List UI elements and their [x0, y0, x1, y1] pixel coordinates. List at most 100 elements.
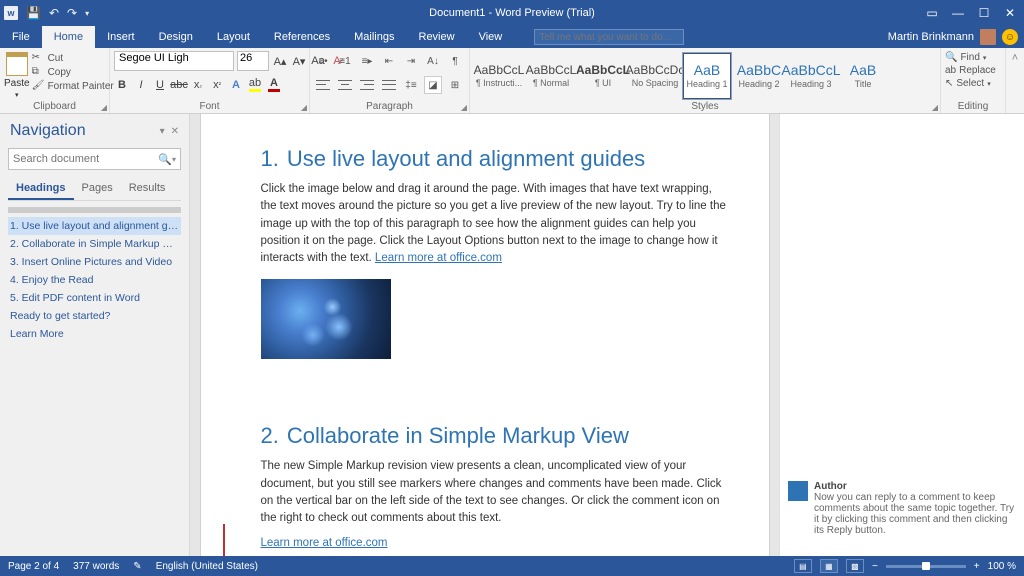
copy-button[interactable]: ⧉Copy	[32, 66, 114, 78]
minimize-icon[interactable]: —	[948, 6, 968, 20]
nav-heading-item[interactable]: 5. Edit PDF content in Word	[8, 289, 181, 307]
nav-heading-item[interactable]: 4. Enjoy the Read	[8, 271, 181, 289]
justify-button[interactable]	[380, 76, 398, 94]
close-icon[interactable]: ✕	[1000, 6, 1020, 20]
font-name-combo[interactable]: Segoe UI Ligh	[114, 51, 234, 71]
body-paragraph[interactable]: Click the image below and drag it around…	[261, 181, 729, 267]
bold-button[interactable]: B	[114, 76, 130, 94]
line-spacing-button[interactable]: ‡≡	[402, 76, 420, 94]
maximize-icon[interactable]: ☐	[974, 6, 994, 20]
select-button[interactable]: ↖Select▾	[945, 78, 991, 89]
web-layout-button[interactable]: ▩	[846, 559, 864, 573]
sort-button[interactable]: A↓	[424, 52, 442, 70]
tab-mailings[interactable]: Mailings	[342, 26, 406, 48]
align-center-button[interactable]	[336, 76, 354, 94]
borders-button[interactable]: ⊞	[446, 76, 464, 94]
italic-button[interactable]: I	[133, 76, 149, 94]
zoom-slider[interactable]	[886, 565, 966, 568]
zoom-out-button[interactable]: −	[872, 561, 878, 572]
nav-tab-headings[interactable]: Headings	[8, 178, 74, 200]
align-left-button[interactable]	[314, 76, 332, 94]
learn-more-link[interactable]: Learn more at office.com	[261, 537, 388, 549]
nav-search-input[interactable]	[13, 153, 158, 165]
document-viewport[interactable]: 1. Use live layout and alignment guides …	[190, 114, 1024, 556]
tab-layout[interactable]: Layout	[205, 26, 262, 48]
proofing-icon[interactable]: ✎	[133, 561, 141, 572]
search-icon[interactable]: 🔍	[158, 153, 172, 166]
revision-bar[interactable]	[223, 524, 225, 556]
dialog-launcher-icon[interactable]: ◢	[932, 103, 938, 112]
zoom-in-button[interactable]: +	[974, 561, 980, 572]
shading-button[interactable]: ◪	[424, 76, 442, 94]
nav-dropdown-icon[interactable]: ▾	[160, 126, 165, 137]
bullets-button[interactable]: ≡•	[314, 52, 332, 70]
read-mode-button[interactable]: ▤	[794, 559, 812, 573]
tab-home[interactable]: Home	[42, 26, 95, 48]
nav-tab-pages[interactable]: Pages	[74, 178, 121, 200]
tab-file[interactable]: File	[0, 26, 42, 48]
nav-heading-item[interactable]: 3. Insert Online Pictures and Video	[8, 253, 181, 271]
inline-image[interactable]	[261, 279, 391, 359]
tab-insert[interactable]: Insert	[95, 26, 147, 48]
comment-card[interactable]: Author Now you can reply to a comment to…	[788, 481, 1016, 536]
numbering-button[interactable]: ≡1	[336, 52, 354, 70]
qat-customize-icon[interactable]: ▾	[85, 9, 89, 18]
print-layout-button[interactable]: ▦	[820, 559, 838, 573]
style---normal[interactable]: AaBbCcL¶ Normal	[526, 52, 576, 100]
save-icon[interactable]: 💾	[26, 6, 41, 20]
page-indicator[interactable]: Page 2 of 4	[8, 561, 59, 572]
nav-heading-item[interactable]: Learn More	[8, 325, 181, 343]
style---instructi---[interactable]: AaBbCcL¶ Instructi...	[474, 52, 524, 100]
undo-icon[interactable]: ↶	[49, 6, 59, 20]
nav-heading-item[interactable]: 1. Use live layout and alignment gui...	[8, 217, 181, 235]
align-right-button[interactable]	[358, 76, 376, 94]
format-painter-button[interactable]: 🖌Format Painter	[32, 80, 114, 92]
tab-review[interactable]: Review	[407, 26, 467, 48]
shrink-font-button[interactable]: A▾	[291, 52, 307, 70]
decrease-indent-button[interactable]: ⇤	[380, 52, 398, 70]
style-heading-3[interactable]: AaBbCcLHeading 3	[786, 52, 836, 100]
style-heading-2[interactable]: AaBbCHeading 2	[734, 52, 784, 100]
language-indicator[interactable]: English (United States)	[156, 561, 258, 572]
nav-tab-results[interactable]: Results	[121, 178, 174, 200]
nav-close-icon[interactable]: ✕	[171, 126, 179, 137]
find-button[interactable]: 🔍Find▾	[945, 52, 986, 63]
nav-heading-item[interactable]: 2. Collaborate in Simple Markup View	[8, 235, 181, 253]
nav-search[interactable]: 🔍 ▾	[8, 148, 181, 170]
superscript-button[interactable]: x²	[209, 76, 225, 94]
heading-2[interactable]: 2. Collaborate in Simple Markup View	[261, 419, 729, 452]
chevron-down-icon[interactable]: ▾	[172, 155, 176, 164]
strikethrough-button[interactable]: abc	[171, 76, 187, 94]
grow-font-button[interactable]: A▴	[272, 52, 288, 70]
text-effects-button[interactable]: A	[228, 76, 244, 94]
show-marks-button[interactable]: ¶	[446, 52, 464, 70]
redo-icon[interactable]: ↷	[67, 6, 77, 20]
learn-more-link[interactable]: Learn more at office.com	[375, 252, 502, 264]
user-avatar[interactable]	[980, 29, 996, 45]
style-title[interactable]: AaBTitle	[838, 52, 888, 100]
dialog-launcher-icon[interactable]: ◢	[101, 103, 107, 112]
tell-me-box[interactable]	[534, 26, 684, 48]
tab-view[interactable]: View	[467, 26, 515, 48]
style-no-spacing[interactable]: AaBbCcDcNo Spacing	[630, 52, 680, 100]
heading-1[interactable]: 1. Use live layout and alignment guides	[261, 142, 729, 175]
tell-me-input[interactable]	[534, 29, 684, 45]
body-paragraph[interactable]: The new Simple Markup revision view pres…	[261, 458, 729, 527]
dialog-launcher-icon[interactable]: ◢	[461, 103, 467, 112]
style---ui[interactable]: AaBbCcL¶ UI	[578, 52, 628, 100]
underline-button[interactable]: U	[152, 76, 168, 94]
zoom-level[interactable]: 100 %	[988, 561, 1016, 572]
document-page[interactable]: 1. Use live layout and alignment guides …	[200, 114, 770, 556]
highlight-button[interactable]: ab	[247, 76, 263, 94]
font-size-combo[interactable]: 26	[237, 51, 269, 71]
tab-design[interactable]: Design	[147, 26, 205, 48]
user-name[interactable]: Martin Brinkmann	[888, 31, 974, 43]
replace-button[interactable]: abReplace	[945, 65, 996, 76]
increase-indent-button[interactable]: ⇥	[402, 52, 420, 70]
tab-references[interactable]: References	[262, 26, 342, 48]
cut-button[interactable]: ✂Cut	[32, 52, 114, 64]
font-color-button[interactable]: A	[266, 76, 282, 94]
ribbon-options-icon[interactable]: ▭	[922, 6, 942, 20]
multilevel-button[interactable]: ≡▸	[358, 52, 376, 70]
nav-heading-item[interactable]: Ready to get started?	[8, 307, 181, 325]
